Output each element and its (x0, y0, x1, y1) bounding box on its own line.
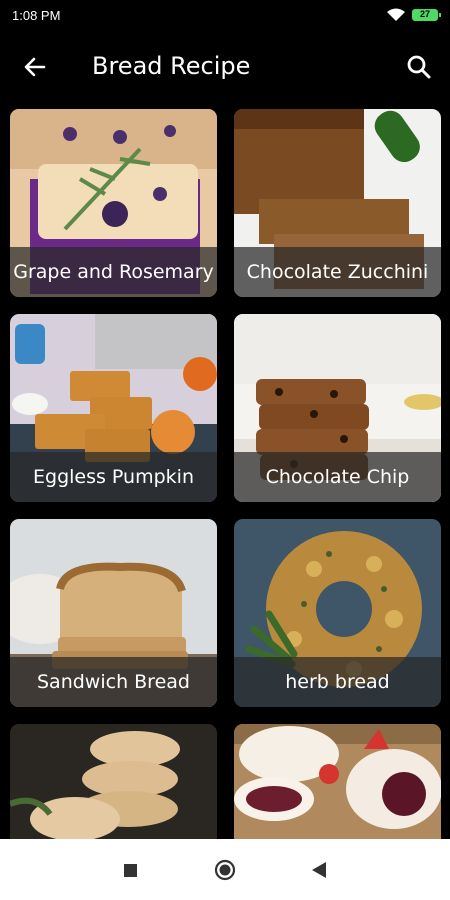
status-time: 1:08 PM (12, 8, 61, 23)
battery-indicator: 27 (412, 9, 441, 21)
recipe-image (234, 724, 441, 839)
back-arrow-icon[interactable] (22, 54, 48, 80)
recipe-card-chocolate-zucchini[interactable]: Chocolate Zucchini (234, 109, 441, 297)
recipe-card-chocolate-chip[interactable]: Chocolate Chip (234, 314, 441, 502)
recipe-card-8[interactable] (234, 724, 441, 839)
recent-apps-square-icon[interactable] (124, 864, 137, 877)
status-bar: 1:08 PM 27 (0, 0, 450, 32)
recipe-card-eggless-pumpkin[interactable]: Eggless Pumpkin (10, 314, 217, 502)
system-nav-bar (0, 839, 450, 900)
nav-back-triangle-icon[interactable] (311, 861, 327, 879)
search-icon[interactable] (406, 54, 432, 80)
wifi-icon (387, 8, 405, 21)
recipe-name: Sandwich Bread (10, 657, 217, 707)
recipe-name: Chocolate Chip (234, 452, 441, 502)
recipe-card-7[interactable] (10, 724, 217, 839)
app-bar: Bread Recipe (0, 32, 450, 102)
recipe-image (10, 724, 217, 839)
page-title: Bread Recipe (92, 52, 251, 80)
recipe-grid: Grape and Rosemary Chocolate Zucchini Eg… (0, 102, 450, 839)
recipe-name: Chocolate Zucchini (234, 247, 441, 297)
recipe-name: Grape and Rosemary (10, 247, 217, 297)
recipe-name: herb bread (234, 657, 441, 707)
recipe-card-herb-bread[interactable]: herb bread (234, 519, 441, 707)
recipe-card-grape-rosemary[interactable]: Grape and Rosemary (10, 109, 217, 297)
recipe-card-sandwich-bread[interactable]: Sandwich Bread (10, 519, 217, 707)
home-circle-icon[interactable] (214, 859, 236, 881)
recipe-name: Eggless Pumpkin (10, 452, 217, 502)
battery-level: 27 (419, 9, 430, 19)
